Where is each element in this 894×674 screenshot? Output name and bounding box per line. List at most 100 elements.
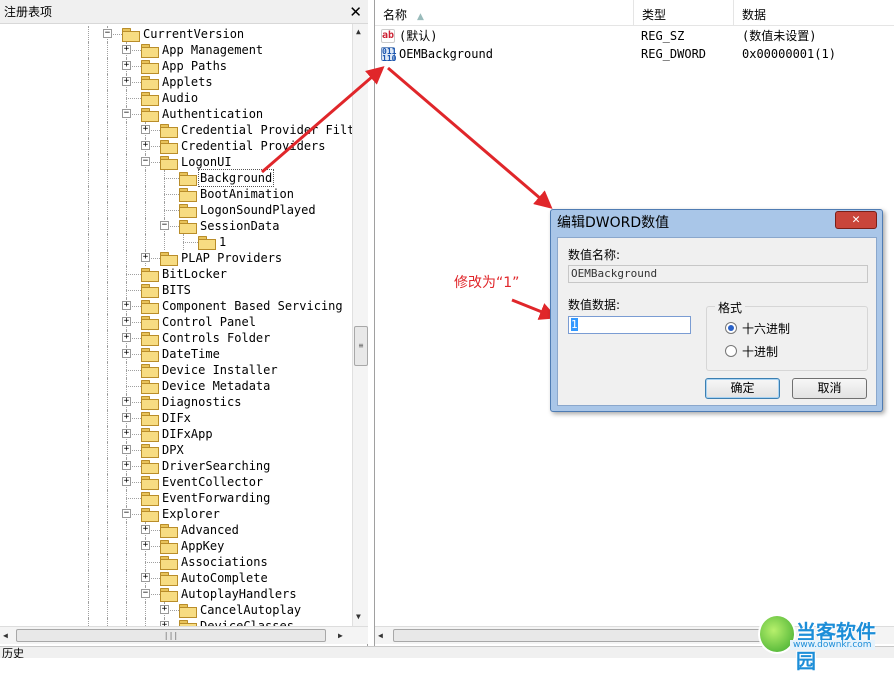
scroll-left-icon[interactable]: ◀ [3,631,8,640]
tree-item-label[interactable]: PLAP Providers [180,250,283,266]
tree-item-label[interactable]: Advanced [180,522,240,538]
tree-item-label[interactable]: Associations [180,554,269,570]
tree-row[interactable]: + App Paths [0,58,352,74]
tree-item-label[interactable]: CurrentVersion [142,26,245,42]
column-data[interactable]: 数据 [734,0,894,26]
expand-icon[interactable]: + [141,541,150,550]
expand-icon[interactable]: + [141,573,150,582]
tree-row[interactable]: Associations [0,554,352,570]
tree-item-label[interactable]: BITS [161,282,192,298]
tree-row[interactable]: − AutoplayHandlers [0,586,352,602]
tree-row[interactable]: + Control Panel [0,314,352,330]
hex-radio-label[interactable]: 十六进制 [742,320,790,337]
collapse-icon[interactable]: − [122,509,131,518]
scrollbar-thumb[interactable]: ≡ [354,326,368,366]
tree-row[interactable]: Device Metadata [0,378,352,394]
expand-icon[interactable]: + [141,253,150,262]
tree-item-label[interactable]: DPX [161,442,185,458]
tree-row[interactable]: BootAnimation [0,186,352,202]
tree-item-label[interactable]: SessionData [199,218,280,234]
tree-row[interactable]: + AppKey [0,538,352,554]
tree-row[interactable]: 1 [0,234,352,250]
scroll-right-icon[interactable]: ▶ [338,631,343,640]
expand-icon[interactable]: + [122,397,131,406]
scroll-left-icon[interactable]: ◀ [378,631,383,640]
scrollbar-thumb[interactable] [393,629,763,642]
tree-vertical-scrollbar[interactable]: ▲ ≡ ▼ [352,24,368,626]
collapse-icon[interactable]: − [160,221,169,230]
tree-row[interactable]: + DateTime [0,346,352,362]
tree-item-label[interactable]: AutoplayHandlers [180,586,298,602]
tree-item-label[interactable]: App Management [161,42,264,58]
tree-row[interactable]: − Authentication [0,106,352,122]
tree-item-label[interactable]: LogonUI [180,154,233,170]
tree-item-label[interactable]: Credential Providers [180,138,327,154]
tree-row[interactable]: + DriverSearching [0,458,352,474]
ok-button[interactable]: 确定 [705,378,780,399]
tree-row[interactable]: + Applets [0,74,352,90]
expand-icon[interactable]: + [141,125,150,134]
expand-icon[interactable]: + [122,477,131,486]
hex-radio[interactable] [725,322,737,334]
tree-item-label[interactable]: EventForwarding [161,490,271,506]
collapse-icon[interactable]: − [141,157,150,166]
value-row[interactable]: ab (默认) REG_SZ (数值未设置) [375,27,894,45]
value-data-input[interactable]: 1 [568,316,691,334]
tree-item-label[interactable]: Explorer [161,506,221,522]
tree-row[interactable]: + Credential Provider Filters [0,122,352,138]
tree-row[interactable]: + Credential Providers [0,138,352,154]
tree-item-label[interactable]: Control Panel [161,314,257,330]
cancel-button[interactable]: 取消 [792,378,867,399]
tree-item-label[interactable]: CancelAutoplay [199,602,302,618]
tree-row[interactable]: EventForwarding [0,490,352,506]
tree-row[interactable]: BitLocker [0,266,352,282]
column-type[interactable]: 类型 [634,0,734,26]
tree-row[interactable]: − CurrentVersion [0,26,352,42]
tree-item-label[interactable]: Device Metadata [161,378,271,394]
tree-row[interactable]: + DIFx [0,410,352,426]
expand-icon[interactable]: + [122,333,131,342]
tree-row[interactable]: + Diagnostics [0,394,352,410]
tree-row[interactable]: + DPX [0,442,352,458]
tree-row[interactable]: Background [0,169,352,187]
tree-row[interactable]: LogonSoundPlayed [0,202,352,218]
expand-icon[interactable]: + [122,61,131,70]
tree-item-label[interactable]: Device Installer [161,362,279,378]
tree-item-label[interactable]: LogonSoundPlayed [199,202,317,218]
tree-item-label[interactable]: AppKey [180,538,225,554]
expand-icon[interactable]: + [160,605,169,614]
tree-row[interactable]: − SessionData [0,218,352,234]
tree-item-label[interactable]: Applets [161,74,214,90]
expand-icon[interactable]: + [122,317,131,326]
close-icon[interactable]: ✕ [349,0,362,24]
expand-icon[interactable]: + [122,45,131,54]
column-name[interactable]: 名称 ▲ [375,0,634,26]
expand-icon[interactable]: + [122,413,131,422]
tree-row[interactable]: + Controls Folder [0,330,352,346]
tree-item-label[interactable]: BitLocker [161,266,228,282]
tree-item-label[interactable]: Audio [161,90,199,106]
scrollbar-thumb[interactable]: ||| [16,629,326,642]
tree-row[interactable]: + Advanced [0,522,352,538]
scroll-down-icon[interactable]: ▼ [356,612,361,621]
tree-row[interactable]: + EventCollector [0,474,352,490]
tree-row[interactable]: + DIFxApp [0,426,352,442]
tree-item-label[interactable]: AutoComplete [180,570,269,586]
tree-item-label[interactable]: Credential Provider Filters [180,122,352,138]
tree-row[interactable]: + PLAP Providers [0,250,352,266]
decimal-radio[interactable] [725,345,737,357]
tree-row[interactable]: + App Management [0,42,352,58]
expand-icon[interactable]: + [122,301,131,310]
dialog-close-button[interactable]: ✕ [835,211,877,229]
collapse-icon[interactable]: − [141,589,150,598]
tree-row[interactable]: − Explorer [0,506,352,522]
expand-icon[interactable]: + [122,77,131,86]
tree-item-label[interactable]: Background [197,169,275,187]
tree-row[interactable]: Audio [0,90,352,106]
collapse-icon[interactable]: − [103,29,112,38]
tree-item-label[interactable]: DIFx [161,410,192,426]
tree-row[interactable]: + DeviceClasses [0,618,352,626]
decimal-radio-label[interactable]: 十进制 [742,343,778,360]
expand-icon[interactable]: + [122,429,131,438]
tree-item-label[interactable]: Controls Folder [161,330,271,346]
